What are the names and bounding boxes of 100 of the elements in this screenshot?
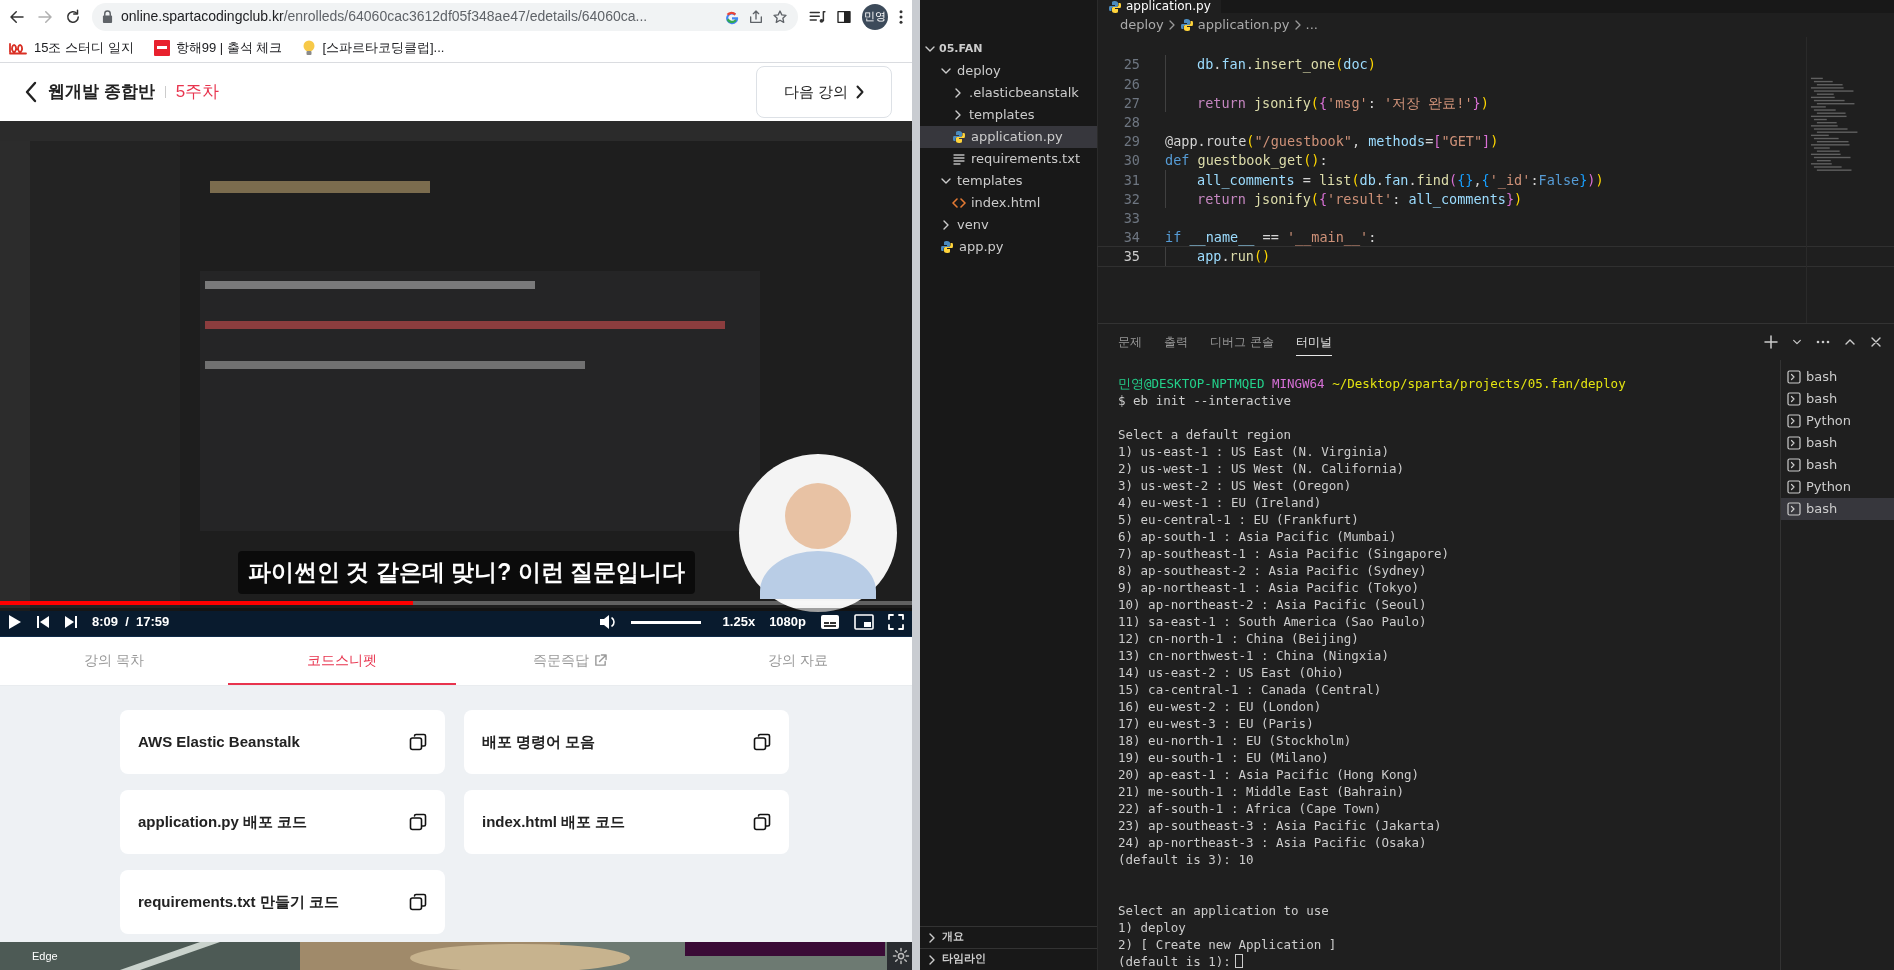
terminal-line: 1) deploy xyxy=(1118,920,1186,935)
gear-icon[interactable] xyxy=(892,947,910,965)
editor-tab[interactable]: application.py xyxy=(1098,0,1221,13)
panel-tab[interactable]: 디버그 콘솔 xyxy=(1210,328,1274,356)
copy-icon xyxy=(753,813,771,831)
terminal-item[interactable]: bash xyxy=(1781,498,1894,520)
copy-icon xyxy=(409,813,427,831)
sidebar-section[interactable]: 타임라인 xyxy=(920,948,1097,970)
terminal-item[interactable]: Python xyxy=(1781,476,1894,498)
add-icon[interactable] xyxy=(1764,335,1778,349)
desktop-icon-label[interactable]: Edge xyxy=(32,947,58,965)
code-line: all_comments = list(db.fan.find({},{'_id':False})) xyxy=(1197,170,1604,190)
terminal-line: 9) ap-northeast-1 : Asia Pacific (Tokyo) xyxy=(1118,580,1420,595)
explorer-item[interactable]: app.py xyxy=(920,236,1097,258)
snippet-card[interactable]: index.html 배포 코드 xyxy=(464,790,789,854)
snippet-card[interactable]: requirements.txt 만들기 코드 xyxy=(120,870,445,934)
python-icon xyxy=(1179,17,1194,32)
explorer-item[interactable]: .elasticbeanstalk xyxy=(920,82,1097,104)
terminal-line: (default is 1): xyxy=(1118,954,1231,969)
reload-icon[interactable] xyxy=(64,7,82,26)
bookmark[interactable]: [스파르타코딩클럽]... xyxy=(302,37,445,58)
star-icon[interactable] xyxy=(772,8,788,25)
code-line: def guestbook_get(): xyxy=(1165,151,1328,171)
next-lecture-button[interactable]: 다음 강의 xyxy=(756,66,892,118)
previous-icon[interactable] xyxy=(36,615,50,629)
terminal-line: 8) ap-southeast-2 : Asia Pacific (Sydney) xyxy=(1118,563,1427,578)
share-icon[interactable] xyxy=(748,8,764,25)
explorer-item[interactable]: deploy xyxy=(920,60,1097,82)
line-number: 31 xyxy=(1122,170,1140,190)
breadcrumb-item[interactable]: application.py xyxy=(1197,15,1290,35)
snippet-card[interactable]: 배포 명령어 모음 xyxy=(464,710,789,774)
breadcrumb-item[interactable]: deploy xyxy=(1120,15,1164,35)
panel-tab[interactable]: 출력 xyxy=(1164,328,1188,356)
explorer-item[interactable]: application.py xyxy=(920,126,1097,148)
copy-icon xyxy=(409,733,427,751)
explorer-root[interactable]: 05.FAN xyxy=(920,38,1097,60)
terminal-item[interactable]: bash xyxy=(1781,454,1894,476)
quality-label[interactable]: 1080p xyxy=(769,612,806,632)
bookmark[interactable]: 15조 스터디 일지 xyxy=(8,37,134,58)
terminal-line: 6) ap-south-1 : Asia Pacific (Mumbai) xyxy=(1118,529,1397,544)
terminal-line: 2) [ Create new Application ] xyxy=(1118,937,1337,952)
volume-icon[interactable] xyxy=(598,614,617,630)
lightbulb-icon xyxy=(302,38,317,57)
panel-tab[interactable]: 터미널 xyxy=(1295,328,1332,356)
code-line: db.fan.insert_one(doc) xyxy=(1197,55,1376,75)
line-number: 32 xyxy=(1122,189,1140,209)
terminal-icon xyxy=(1787,436,1801,450)
more-icon[interactable] xyxy=(898,7,904,26)
chevron-right-icon xyxy=(856,85,865,99)
bookmark[interactable]: 항해99 | 출석 체크 xyxy=(153,37,283,58)
terminal-line: $ eb init --interactive xyxy=(1118,393,1292,408)
snippet-card[interactable]: AWS Elastic Beanstalk xyxy=(120,710,445,774)
address-bar[interactable]: online.spartacodingclub.kr/enrolleds/64060cac3612df05f348ae47/edetails/64060ca... xyxy=(92,2,798,31)
back-chevron-icon[interactable] xyxy=(24,81,38,103)
code-line: if __name__ == '__main__': xyxy=(1165,228,1377,248)
explorer-item[interactable]: venv xyxy=(920,214,1097,236)
video-caption: 파이썬인 것 같은데 맞니? 이런 질문입니다 xyxy=(238,551,695,594)
sidebar-icon[interactable] xyxy=(836,8,852,25)
subtitles-icon[interactable] xyxy=(820,614,840,630)
terminal-item[interactable]: Python xyxy=(1781,410,1894,432)
next-icon[interactable] xyxy=(64,615,78,629)
miniplayer-icon[interactable] xyxy=(854,614,874,630)
terminal-item[interactable]: bash xyxy=(1781,388,1894,410)
panel-tab[interactable]: 문제 xyxy=(1118,328,1142,356)
line-number: 26 xyxy=(1122,74,1140,94)
explorer-item[interactable]: requirements.txt xyxy=(920,148,1097,170)
terminal-line: 2) us-west-1 : US West (N. California) xyxy=(1118,461,1404,476)
code-line: return jsonify({'result': all_comments}) xyxy=(1197,189,1523,209)
terminal-icon xyxy=(1787,480,1801,494)
terminal-line: 5) eu-central-1 : EU (Frankfurt) xyxy=(1118,512,1359,527)
explorer-item[interactable]: index.html xyxy=(920,192,1097,214)
python-icon xyxy=(1108,0,1122,14)
explorer-item[interactable]: templates xyxy=(920,104,1097,126)
text-file-icon xyxy=(952,152,966,166)
speed-label[interactable]: 1.25x xyxy=(722,612,756,632)
chevron-down-icon[interactable] xyxy=(1792,337,1802,347)
external-link-icon xyxy=(594,653,607,667)
snippet-card[interactable]: application.py 배포 코드 xyxy=(120,790,445,854)
sidebar-section[interactable]: 개요 xyxy=(920,926,1097,948)
profile-avatar[interactable]: 민영 xyxy=(862,3,888,30)
fullscreen-icon[interactable] xyxy=(888,614,904,630)
terminal-line: Select an application to use xyxy=(1118,903,1329,918)
line-number: 29 xyxy=(1122,132,1140,152)
url-text: online.spartacodingclub.kr/enrolleds/64060cac3612df05f348ae47/edetails/64060ca... xyxy=(121,7,648,26)
terminal-icon xyxy=(1787,502,1801,516)
close-icon[interactable] xyxy=(1870,336,1882,348)
terminal-item[interactable]: bash xyxy=(1781,366,1894,388)
terminal-line: 16) eu-west-2 : EU (London) xyxy=(1118,699,1322,714)
breadcrumb-separator-icon xyxy=(1293,19,1302,30)
volume-slider[interactable] xyxy=(630,620,701,624)
breadcrumb-item[interactable]: ... xyxy=(1305,15,1318,35)
explorer-item[interactable]: templates xyxy=(920,170,1097,192)
terminal-line: 17) eu-west-3 : EU (Paris) xyxy=(1118,716,1314,731)
more-icon[interactable] xyxy=(1816,340,1830,344)
code-line: return jsonify({'msg': '저장 완료!'}) xyxy=(1197,93,1489,113)
terminal-item[interactable]: bash xyxy=(1781,432,1894,454)
play-icon[interactable] xyxy=(8,614,22,630)
progress-bar[interactable] xyxy=(0,601,912,605)
terminal-line: Select a default region xyxy=(1118,427,1292,442)
terminal-line: 13) cn-northwest-1 : China (Ningxia) xyxy=(1118,648,1389,663)
